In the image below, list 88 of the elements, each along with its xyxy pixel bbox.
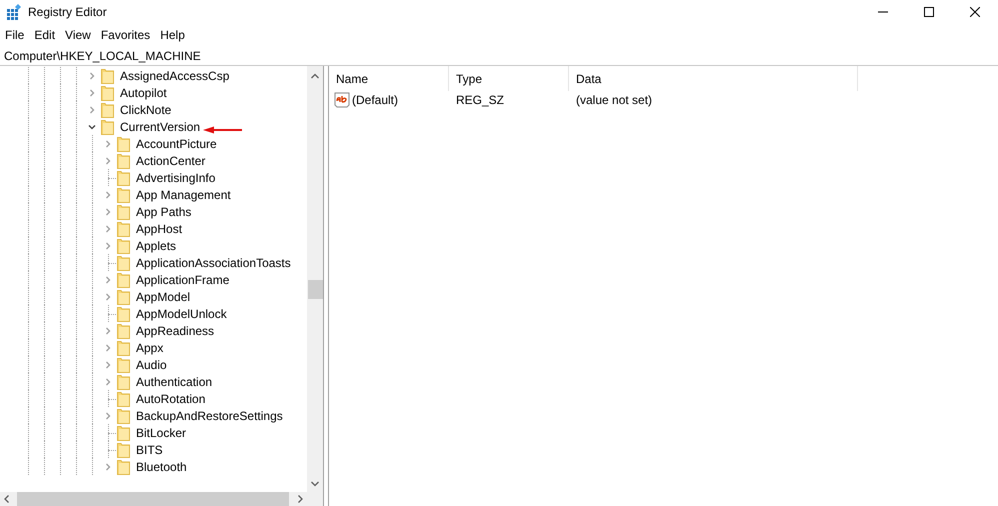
chevron-right-icon[interactable] <box>104 156 112 164</box>
value-name[interactable]: (Default) <box>352 91 398 109</box>
folder-icon <box>101 68 114 84</box>
string-value-icon <box>334 92 350 108</box>
chevron-right-icon[interactable] <box>104 224 112 232</box>
folder-icon <box>117 136 130 152</box>
folder-icon <box>117 220 130 236</box>
registry-icon <box>6 4 22 20</box>
folder-icon <box>117 408 130 424</box>
tree-item[interactable]: BITS <box>136 442 163 458</box>
chevron-right-icon[interactable] <box>104 378 112 386</box>
window-title: Registry Editor <box>28 4 107 21</box>
tree-item[interactable]: Bluetooth <box>136 458 187 474</box>
folder-icon <box>117 424 130 440</box>
tree-item[interactable]: AdvertisingInfo <box>136 170 216 186</box>
address-bar[interactable]: Computer\HKEY_LOCAL_MACHINE <box>0 46 998 66</box>
chevron-right-icon[interactable] <box>104 292 112 300</box>
tree-item[interactable]: ApplicationAssociationToasts <box>136 254 291 270</box>
tree-item[interactable]: Audio <box>136 356 167 372</box>
chevron-down-icon[interactable] <box>88 122 96 130</box>
folder-icon <box>101 102 114 118</box>
folder-icon <box>117 390 130 406</box>
folder-icon <box>117 356 130 372</box>
folder-icon <box>117 186 130 202</box>
horizontal-scrollbar[interactable] <box>0 492 323 506</box>
chevron-right-icon[interactable] <box>104 276 112 284</box>
tree-item[interactable]: ClickNote <box>120 102 172 118</box>
folder-icon <box>117 152 130 168</box>
tree-item[interactable]: Applets <box>136 238 176 254</box>
tree-item[interactable]: ActionCenter <box>136 152 206 168</box>
annotation-arrow <box>203 126 243 134</box>
column-header[interactable]: Type <box>449 66 569 91</box>
maximize-icon <box>924 7 934 17</box>
vertical-scrollbar[interactable] <box>307 66 323 492</box>
chevron-right-icon[interactable] <box>104 140 112 148</box>
tree-item[interactable]: AssignedAccessCsp <box>120 68 230 84</box>
folder-icon <box>117 442 130 458</box>
scrollbar-thumb[interactable] <box>17 492 289 506</box>
chevron-right-icon[interactable] <box>104 242 112 250</box>
menu-item[interactable]: Help <box>155 26 190 44</box>
tree-item[interactable]: ApplicationFrame <box>136 272 230 288</box>
menu-item[interactable]: File <box>0 26 30 44</box>
chevron-right-icon[interactable] <box>104 412 112 420</box>
chevron-right-icon[interactable] <box>88 88 96 96</box>
tree-item[interactable]: CurrentVersion <box>120 118 200 134</box>
column-header[interactable]: Name <box>329 66 449 91</box>
menu-item[interactable]: View <box>60 26 96 44</box>
chevron-right-icon[interactable] <box>88 106 96 114</box>
chevron-right-icon[interactable] <box>104 462 112 470</box>
folder-icon <box>117 374 130 390</box>
menu-item[interactable]: Edit <box>29 26 60 44</box>
folder-icon <box>117 204 130 220</box>
folder-icon <box>117 272 130 288</box>
chevron-right-icon[interactable] <box>88 72 96 80</box>
value-data: (value not set) <box>575 92 652 109</box>
tree-item[interactable]: BackupAndRestoreSettings <box>136 408 283 424</box>
chevron-right-icon[interactable] <box>104 344 112 352</box>
folder-icon <box>117 340 130 356</box>
column-header[interactable]: Data <box>569 66 858 91</box>
folder-icon <box>117 458 130 474</box>
folder-icon <box>101 84 114 100</box>
tree-item[interactable]: AppReadiness <box>136 322 214 338</box>
folder-icon <box>117 306 130 322</box>
tree-item[interactable]: AccountPicture <box>136 136 217 152</box>
tree-item[interactable]: AppModelUnlock <box>136 306 227 322</box>
tree-item[interactable]: Authentication <box>136 374 212 390</box>
folder-icon <box>101 118 114 134</box>
tree-item[interactable]: App Paths <box>136 204 192 220</box>
folder-icon <box>117 170 130 186</box>
close-icon <box>970 7 980 17</box>
chevron-right-icon[interactable] <box>104 208 112 216</box>
scrollbar-thumb[interactable] <box>308 280 323 299</box>
chevron-right-icon[interactable] <box>104 190 112 198</box>
folder-icon <box>117 254 130 270</box>
tree-item[interactable]: App Management <box>136 186 231 202</box>
tree-item[interactable]: AutoRotation <box>136 390 206 406</box>
folder-icon <box>117 322 130 338</box>
menu-item[interactable]: Favorites <box>96 26 156 44</box>
chevron-right-icon[interactable] <box>104 360 112 368</box>
value-type: REG_SZ <box>455 92 506 109</box>
folder-icon <box>117 238 130 254</box>
tree-item[interactable]: AppHost <box>136 220 182 236</box>
folder-icon <box>117 288 130 304</box>
chevron-right-icon[interactable] <box>104 326 112 334</box>
tree-item[interactable]: Appx <box>136 340 164 356</box>
tree-item[interactable]: AppModel <box>136 288 190 304</box>
tree-item[interactable]: BitLocker <box>136 424 186 440</box>
tree-item[interactable]: Autopilot <box>120 84 167 100</box>
